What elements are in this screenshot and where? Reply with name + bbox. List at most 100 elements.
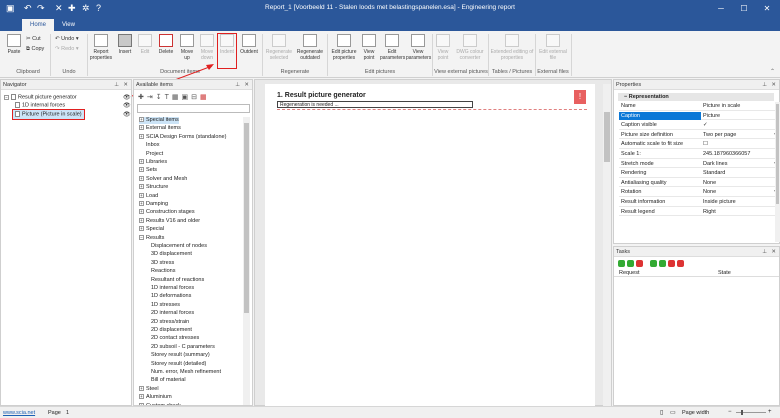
filter-icon[interactable]: ⊟ <box>191 94 200 101</box>
property-value[interactable]: 245.187960366057 <box>703 150 750 158</box>
property-row[interactable]: Scale 1: 245.187960366057 <box>619 150 779 159</box>
collapse-icon[interactable]: − <box>139 234 144 240</box>
eye-icon[interactable]: 👁 <box>123 102 131 109</box>
expand-icon[interactable]: + <box>139 184 144 190</box>
tree-item[interactable]: Reactions <box>151 268 175 275</box>
pin-icon[interactable]: ⊥ <box>762 247 767 257</box>
tree-item[interactable]: 2D stress/strain <box>151 319 189 326</box>
task-run-icon[interactable] <box>618 260 625 267</box>
tree-item[interactable]: Storey result (detailed) <box>151 361 206 368</box>
property-row[interactable]: Stretch modeDark lines▾ <box>619 160 779 169</box>
expand-icon[interactable]: + <box>139 209 144 215</box>
task-stop-icon[interactable] <box>636 260 643 267</box>
tree-item[interactable]: + Results V16 and older <box>139 218 200 225</box>
available-items-scrollbar[interactable] <box>243 117 250 405</box>
property-row[interactable]: Caption visible ✓ <box>619 121 779 130</box>
close-panel-icon[interactable]: ✕ <box>244 80 249 90</box>
tree-item[interactable]: + Damping <box>139 201 168 208</box>
task-cancel-all-icon[interactable] <box>677 260 684 267</box>
tree-item[interactable]: + Aluminium <box>139 394 172 401</box>
property-row[interactable]: Result information Inside picture <box>619 198 779 207</box>
tree-item[interactable]: + Structure <box>139 184 168 191</box>
tree-item-1d-internal-forces[interactable]: 1D internal forces <box>15 102 65 108</box>
add-icon[interactable]: ✚ <box>138 94 147 101</box>
eye-icon[interactable]: 👁 <box>123 111 131 118</box>
tree-item[interactable]: 1D stresses <box>151 302 180 309</box>
close-panel-icon[interactable]: ✕ <box>771 80 776 90</box>
property-value[interactable]: None <box>703 188 716 196</box>
expand-icon[interactable]: + <box>139 117 144 123</box>
column-state[interactable]: State <box>718 269 731 277</box>
tree-item[interactable]: Resultant of reactions <box>151 277 204 284</box>
expand-icon[interactable]: + <box>139 167 144 173</box>
tree-item[interactable]: 2D contact stresses <box>151 335 199 342</box>
tree-item[interactable]: + Steel <box>139 386 159 393</box>
expand-icon[interactable]: + <box>139 394 144 400</box>
task-start-icon[interactable] <box>650 260 657 267</box>
close-panel-icon[interactable]: ✕ <box>123 80 128 90</box>
properties-section-representation[interactable]: − Representation <box>618 93 774 101</box>
tree-item[interactable]: Inbox <box>139 142 159 149</box>
property-value[interactable]: Picture <box>703 112 720 120</box>
available-items-search[interactable] <box>137 104 250 113</box>
zoom-slider-thumb[interactable] <box>741 410 743 415</box>
expand-icon[interactable]: + <box>139 402 144 405</box>
tree-item[interactable]: Storey result (summary) <box>151 352 210 359</box>
scrollbar-thumb[interactable] <box>776 104 779 204</box>
tree-item[interactable]: + Sets <box>139 167 157 174</box>
task-cancel-icon[interactable] <box>668 260 675 267</box>
property-value[interactable]: Picture in scale <box>703 102 740 110</box>
tree-item[interactable]: Bill of material <box>151 377 186 384</box>
tree-item[interactable]: 1D deformations <box>151 293 191 300</box>
collapse-icon[interactable]: − <box>4 94 9 100</box>
picture-icon[interactable]: ▣ <box>182 94 192 101</box>
property-value[interactable]: Two per page <box>703 131 736 139</box>
pin-icon[interactable]: ⊥ <box>235 80 240 90</box>
tree-item[interactable]: 1D internal forces <box>151 285 194 292</box>
property-value[interactable]: Standard <box>703 169 725 177</box>
tree-item[interactable]: 2D subsoil - C parameters <box>151 344 215 351</box>
column-request[interactable]: Request <box>619 269 640 277</box>
task-run-all-icon[interactable] <box>627 260 634 267</box>
tree-item[interactable]: + Special <box>139 226 164 233</box>
delete-icon[interactable]: ▦ <box>200 94 210 101</box>
tree-item[interactable]: Project <box>139 151 163 158</box>
zoom-in-icon[interactable]: + <box>768 409 772 415</box>
scrollbar-thumb[interactable] <box>244 123 249 313</box>
property-value[interactable]: Inside picture <box>703 198 736 206</box>
property-value[interactable]: Right <box>703 208 716 216</box>
tree-item-result-picture-generator[interactable]: − Result picture generator <box>4 94 77 100</box>
property-row[interactable]: Automatic scale to fit size ☐ <box>619 140 779 149</box>
property-value[interactable]: Dark lines <box>703 160 727 168</box>
tree-item[interactable]: + Special items <box>139 117 179 124</box>
page-width-icon[interactable]: ▭ <box>670 409 676 416</box>
expand-icon[interactable]: + <box>139 385 144 391</box>
regeneration-notice[interactable]: Regeneration is needed ... <box>277 101 473 108</box>
document-scrollbar[interactable] <box>603 84 611 406</box>
tree-item[interactable]: − Results <box>139 235 164 242</box>
tree-item[interactable]: 3D stress <box>151 260 174 267</box>
expand-icon[interactable]: + <box>139 201 144 207</box>
tree-item[interactable]: Num. error, Mesh refinement <box>151 369 221 376</box>
tree-item[interactable]: 2D internal forces <box>151 310 194 317</box>
scrollbar-thumb[interactable] <box>604 112 610 162</box>
zoom-out-icon[interactable]: − <box>728 409 732 415</box>
tree-item[interactable]: Displacement of nodes <box>151 243 207 250</box>
property-row[interactable]: Name Picture in scale <box>619 102 779 111</box>
document-heading[interactable]: 1. Result picture generator <box>277 92 366 99</box>
insert-after-icon[interactable]: ⇥ <box>147 94 156 101</box>
property-row[interactable]: Caption Picture <box>619 111 779 121</box>
property-row[interactable]: Result legend Right <box>619 208 779 217</box>
properties-scrollbar[interactable] <box>775 102 780 242</box>
tree-item[interactable]: 3D displacement <box>151 251 192 258</box>
warning-icon[interactable]: ! <box>574 90 586 104</box>
page-icon[interactable]: ▯ <box>660 409 663 416</box>
tree-item[interactable]: + External items <box>139 125 181 132</box>
expand-icon[interactable]: + <box>139 175 144 181</box>
pin-icon[interactable]: ⊥ <box>762 80 767 90</box>
close-panel-icon[interactable]: ✕ <box>771 247 776 257</box>
table-icon[interactable]: ▦ <box>172 94 182 101</box>
property-row[interactable]: Antialiasing quality None <box>619 179 779 188</box>
expand-icon[interactable]: + <box>139 133 144 139</box>
expand-icon[interactable]: + <box>139 226 144 232</box>
